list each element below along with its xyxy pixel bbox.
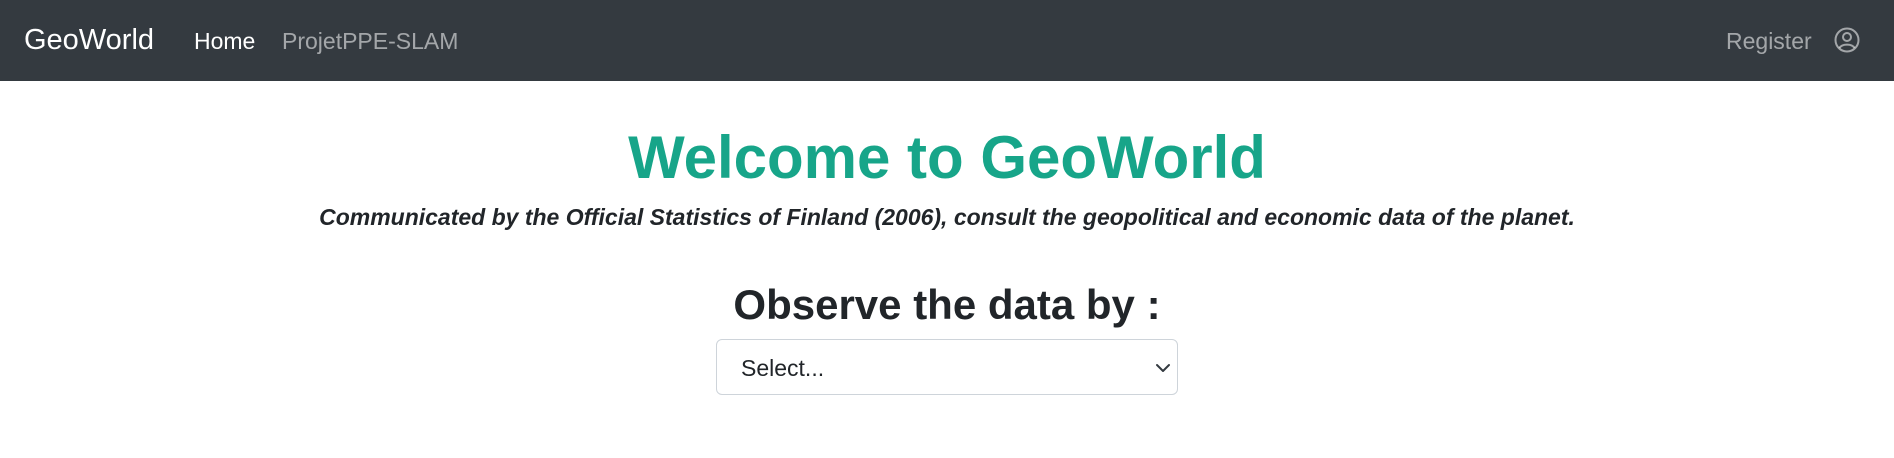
chevron-down-icon xyxy=(1155,360,1171,376)
nav-link-projetppe-slam[interactable]: ProjetPPE-SLAM xyxy=(282,26,458,56)
brand-link[interactable]: GeoWorld xyxy=(24,22,154,58)
observe-heading: Observe the data by : xyxy=(733,281,1161,328)
user-circle-icon[interactable] xyxy=(1834,27,1860,53)
nav-link-home[interactable]: Home xyxy=(194,26,255,56)
page-subtitle: Communicated by the Official Statistics … xyxy=(319,204,1575,230)
navbar: GeoWorld Home ProjetPPE-SLAM Register xyxy=(0,0,1894,81)
select-value: Select... xyxy=(741,355,825,381)
observe-by-select[interactable]: Select... xyxy=(716,339,1178,395)
page-title: Welcome to GeoWorld xyxy=(628,124,1266,191)
nav-link-register[interactable]: Register xyxy=(1726,26,1812,56)
